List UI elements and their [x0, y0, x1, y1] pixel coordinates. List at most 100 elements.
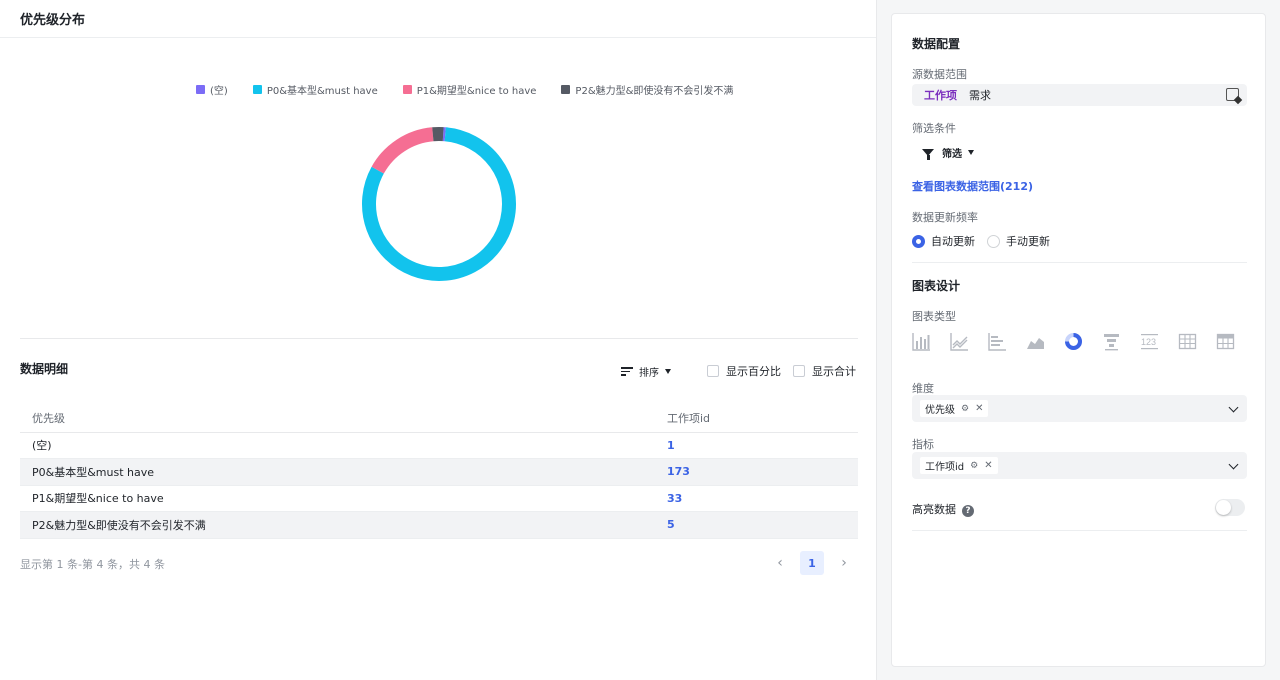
- pagination: ‹ 1 ›: [768, 551, 856, 575]
- table-icon[interactable]: [1178, 332, 1197, 351]
- column-header-id[interactable]: 工作项id: [655, 404, 858, 433]
- filter-icon: [922, 149, 934, 160]
- legend-item-p1[interactable]: P1&期望型&nice to have: [402, 82, 536, 97]
- radio-dot[interactable]: [987, 234, 1000, 248]
- show-total-label: 显示合计: [812, 365, 856, 378]
- dimension-chip[interactable]: 优先级 ⚙ ✕: [920, 400, 989, 417]
- highlight-label: 高亮数据: [912, 503, 956, 516]
- donut-chart[interactable]: [360, 125, 518, 283]
- legend-swatch: [196, 85, 205, 94]
- pivot-table-icon[interactable]: [1216, 332, 1235, 351]
- manual-update-label: 手动更新: [1006, 235, 1050, 248]
- dimension-label: 维度: [912, 382, 934, 395]
- cell-count[interactable]: 5: [655, 511, 858, 539]
- legend-swatch: [252, 85, 262, 94]
- prev-page-icon[interactable]: ‹: [768, 551, 792, 575]
- sort-label: 排序: [639, 367, 659, 379]
- legend-label: P2&魅力型&即使没有不会引发不满: [575, 86, 734, 97]
- chart-title: 优先级分布: [20, 13, 86, 28]
- source-label: 源数据范围: [912, 68, 967, 81]
- area-chart-icon[interactable]: [1026, 332, 1045, 351]
- cell-priority: (空): [20, 432, 655, 459]
- horizontal-bar-icon[interactable]: [988, 332, 1007, 351]
- chart-panel: 优先级分布 (空) P0&基本型&must have P1&期望型&nice t…: [0, 0, 877, 680]
- donut-chart-icon[interactable]: [1064, 332, 1083, 351]
- legend-item-p0[interactable]: P0&基本型&must have: [252, 82, 378, 97]
- divider: [20, 338, 858, 339]
- bar-chart-icon[interactable]: [912, 332, 931, 351]
- column-header-priority[interactable]: 优先级: [20, 404, 655, 433]
- table-row[interactable]: P1&期望型&nice to have 33: [20, 485, 858, 512]
- filter-label: 筛选条件: [912, 122, 956, 135]
- number-card-icon[interactable]: 123: [1140, 332, 1159, 351]
- page-number[interactable]: 1: [800, 551, 824, 575]
- table-row[interactable]: (空) 1: [20, 432, 858, 459]
- legend-item-p2[interactable]: P2&魅力型&即使没有不会引发不满: [561, 82, 733, 97]
- cursor-select-icon[interactable]: [1226, 88, 1239, 101]
- data-config-title: 数据配置: [912, 37, 961, 51]
- chevron-down-icon[interactable]: [1228, 459, 1239, 470]
- cell-count[interactable]: 1: [655, 432, 858, 459]
- checkbox-box[interactable]: [707, 365, 719, 377]
- next-page-icon[interactable]: ›: [832, 551, 856, 575]
- cell-priority: P2&魅力型&即使没有不会引发不满: [20, 511, 655, 539]
- metric-select[interactable]: 工作项id ⚙ ✕: [912, 452, 1247, 479]
- legend-label: P0&基本型&must have: [266, 86, 378, 97]
- funnel-chart-icon[interactable]: [1102, 332, 1121, 351]
- table-header-row: 优先级 工作项id: [20, 404, 858, 433]
- pagination-info: 显示第 1 条-第 4 条，共 4 条: [20, 558, 165, 571]
- source-value: 需求: [969, 89, 991, 102]
- legend-label: (空): [210, 86, 228, 97]
- close-icon[interactable]: ✕: [975, 403, 983, 414]
- legend-swatch: [402, 85, 412, 94]
- table-row[interactable]: P2&魅力型&即使没有不会引发不满 5: [20, 511, 858, 539]
- metric-label: 指标: [912, 438, 934, 451]
- show-percent-checkbox[interactable]: 显示百分比: [707, 363, 781, 379]
- chart-type-label: 图表类型: [912, 310, 956, 323]
- close-icon[interactable]: ✕: [984, 460, 992, 471]
- sort-icon: [621, 366, 633, 376]
- dimension-select[interactable]: 优先级 ⚙ ✕: [912, 395, 1247, 422]
- chevron-down-icon[interactable]: [1228, 402, 1239, 413]
- help-icon[interactable]: ?: [962, 505, 974, 517]
- metric-chip-label: 工作项id: [925, 462, 965, 473]
- show-total-checkbox[interactable]: 显示合计: [793, 363, 856, 379]
- gear-icon[interactable]: ⚙: [970, 461, 978, 471]
- auto-update-radio[interactable]: 自动更新: [912, 233, 975, 249]
- table-row[interactable]: P0&基本型&must have 173: [20, 458, 858, 486]
- checkbox-box[interactable]: [793, 365, 805, 377]
- filter-button[interactable]: 筛选: [922, 145, 974, 160]
- view-data-range-link[interactable]: 查看图表数据范围(212): [912, 178, 1033, 194]
- caret-down-icon: [968, 150, 974, 155]
- divider: [912, 530, 1247, 531]
- caret-down-icon: [665, 368, 671, 374]
- chart-header: 优先级分布: [0, 0, 876, 38]
- filter-button-label: 筛选: [942, 149, 962, 160]
- detail-title: 数据明细: [20, 362, 69, 376]
- source-field[interactable]: 工作项 需求: [912, 84, 1247, 106]
- cell-priority: P0&基本型&must have: [20, 458, 655, 486]
- manual-update-radio[interactable]: 手动更新: [987, 233, 1050, 249]
- chart-type-picker: 123: [912, 332, 1254, 351]
- svg-text:123: 123: [1141, 337, 1156, 347]
- show-percent-label: 显示百分比: [726, 365, 781, 378]
- radio-dot[interactable]: [912, 234, 925, 248]
- update-frequency-label: 数据更新频率: [912, 211, 978, 224]
- cell-priority: P1&期望型&nice to have: [20, 485, 655, 512]
- toggle-knob: [1216, 500, 1231, 515]
- divider: [912, 262, 1247, 263]
- donut-slice[interactable]: [371, 127, 434, 174]
- sort-button[interactable]: 排序: [621, 364, 671, 379]
- highlight-toggle[interactable]: [1215, 499, 1245, 516]
- metric-chip[interactable]: 工作项id ⚙ ✕: [920, 457, 998, 474]
- highlight-label-row: 高亮数据?: [912, 501, 974, 517]
- gear-icon[interactable]: ⚙: [961, 404, 969, 414]
- line-chart-icon[interactable]: [950, 332, 969, 351]
- dimension-chip-label: 优先级: [925, 405, 955, 416]
- detail-table: 优先级 工作项id (空) 1 P0&基本型&must have 173 P1&…: [20, 404, 858, 539]
- legend-swatch: [561, 85, 571, 94]
- cell-count[interactable]: 33: [655, 485, 858, 512]
- cell-count[interactable]: 173: [655, 458, 858, 486]
- legend-item-empty[interactable]: (空): [196, 82, 228, 97]
- config-panel: 数据配置 源数据范围 工作项 需求 筛选条件 筛选 查看图表数据范围(212) …: [891, 13, 1266, 667]
